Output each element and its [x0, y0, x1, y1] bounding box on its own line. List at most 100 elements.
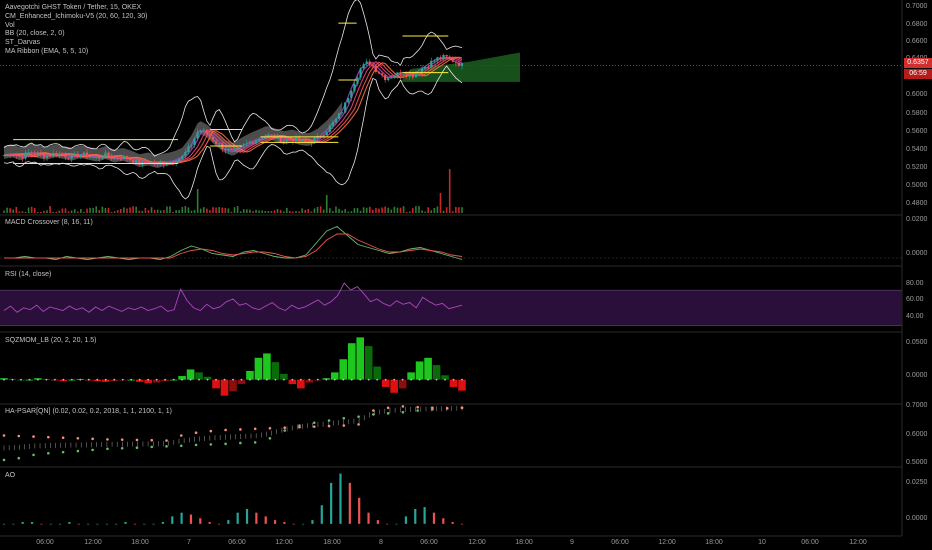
- volume-bar: [3, 210, 5, 213]
- sqz-dot: [206, 378, 209, 381]
- volume-bar: [347, 211, 350, 213]
- candle-body: [202, 130, 205, 132]
- sqz-dot: [274, 378, 277, 381]
- ichimoku-cloud-gray: [4, 101, 343, 168]
- ao-bar: [77, 523, 80, 525]
- volume-bar: [246, 209, 248, 213]
- volume-bar: [199, 208, 202, 213]
- y-tick: 0.6800: [906, 21, 928, 28]
- psar-dot: [372, 413, 375, 416]
- legend-darvas[interactable]: ST_Darvas: [5, 39, 147, 48]
- ao-bar: [217, 523, 221, 525]
- volume-bar: [190, 210, 193, 213]
- volume-bar: [101, 206, 104, 213]
- sqz-dot: [282, 378, 285, 381]
- volume-bar: [49, 206, 51, 213]
- sqz-bar: [449, 379, 458, 387]
- candle-body: [224, 149, 227, 151]
- volume-bar: [212, 207, 214, 213]
- sqz-bar: [424, 357, 432, 380]
- y-tick: 0.7000: [906, 3, 928, 10]
- chart-canvas[interactable]: [0, 0, 932, 550]
- bar-countdown-badge: 06:59: [904, 69, 932, 79]
- sqz-dot: [384, 378, 387, 381]
- psar-dot: [32, 435, 35, 438]
- ao-bar: [105, 523, 108, 525]
- volume-bar: [33, 208, 36, 213]
- pane-label-hapsar[interactable]: HA-PSAR[QN] (0.02, 0.02, 0.2, 2018, 1, 1…: [5, 408, 172, 415]
- candle-body: [331, 122, 334, 126]
- candle-body: [33, 153, 36, 155]
- candle-body: [448, 56, 451, 59]
- candle-body: [334, 118, 338, 123]
- volume-bar: [436, 206, 439, 213]
- volume-bar: [147, 210, 150, 213]
- legend-ichimoku[interactable]: CM_Enhanced_Ichimoku-V5 (20, 60, 120, 30…: [5, 13, 147, 22]
- legend-ma-ribbon[interactable]: MA Ribbon (EMA, 5, 5, 10): [5, 48, 147, 57]
- volume-bar: [451, 211, 454, 213]
- x-tick: 12:00: [849, 539, 867, 546]
- bollinger-lower: [3, 65, 463, 200]
- sqz-dot: [461, 378, 463, 381]
- volume-bar: [335, 206, 337, 213]
- candle-body: [128, 159, 132, 161]
- sqz-bar: [339, 359, 348, 380]
- candle-body: [384, 75, 387, 81]
- sqz-dot: [444, 378, 446, 381]
- candle-body: [79, 154, 82, 158]
- sqz-dot: [121, 378, 124, 381]
- volume-bar: [424, 211, 426, 213]
- ao-bar: [348, 482, 351, 524]
- candle-body: [251, 142, 255, 144]
- volume-bar: [332, 211, 334, 213]
- volume-bar: [184, 206, 187, 213]
- x-tick: 10: [758, 539, 766, 546]
- sqz-dot: [155, 378, 158, 381]
- candle-body: [27, 152, 30, 154]
- candle-body: [196, 132, 199, 139]
- candle-body: [199, 130, 202, 133]
- volume-bar: [236, 206, 239, 213]
- psar-dot: [268, 436, 272, 440]
- x-tick: 06:00: [420, 539, 438, 546]
- pane-label-sqzmom[interactable]: SQZMOM_LB (20, 2, 20, 1.5): [5, 337, 96, 344]
- ao-bar: [245, 508, 249, 524]
- legend-volume[interactable]: Vol: [5, 22, 147, 31]
- psar-dot: [327, 419, 331, 422]
- pane-label-macd[interactable]: MACD Crossover (8, 16, 11): [5, 219, 93, 226]
- pane-label-rsi[interactable]: RSI (14, close): [5, 271, 51, 278]
- volume-bar: [267, 211, 270, 213]
- volume-bar: [329, 208, 331, 213]
- sqz-dot: [316, 378, 319, 381]
- y-tick: 0.7000: [906, 402, 928, 409]
- sqz-dot: [401, 378, 404, 381]
- volume-bar: [356, 208, 359, 213]
- x-tick: 8: [379, 539, 383, 546]
- volume-bar: [9, 208, 11, 213]
- candle-body: [233, 148, 236, 150]
- pane-label-ao[interactable]: AO: [5, 472, 15, 479]
- ao-bar: [2, 523, 6, 525]
- psar-dot: [120, 438, 124, 441]
- candle-body: [175, 162, 178, 164]
- volume-bar: [166, 206, 168, 213]
- sqz-dot: [367, 378, 370, 381]
- ao-bar: [376, 520, 379, 524]
- y-tick: 0.0250: [906, 479, 928, 486]
- volume-bar: [276, 209, 279, 213]
- sqz-bar: [390, 379, 398, 393]
- legend-bollinger[interactable]: BB (20, close, 2, 0): [5, 30, 147, 39]
- candle-body: [371, 64, 374, 67]
- candle-body: [184, 152, 187, 156]
- candle-body: [21, 156, 24, 159]
- volume-bar: [325, 195, 328, 213]
- psar-dot: [386, 412, 390, 415]
- legend-symbol[interactable]: Aavegotchi GHST Token / Tether, 15, OKEX: [5, 4, 147, 13]
- psar-dot: [342, 417, 346, 420]
- candle-body: [61, 153, 64, 156]
- candle-body: [76, 153, 79, 158]
- sqz-bar: [271, 362, 280, 380]
- volume-bar: [95, 206, 98, 213]
- ao-bar: [404, 516, 408, 524]
- candle-body: [451, 58, 454, 62]
